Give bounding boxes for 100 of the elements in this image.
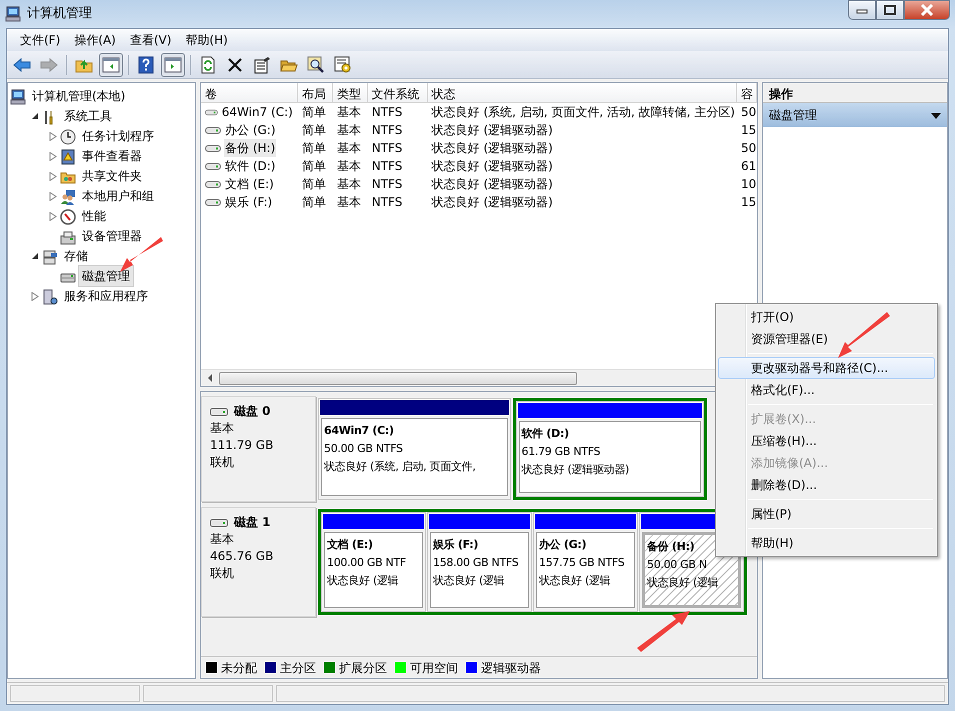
minimize-button[interactable] [848, 0, 876, 20]
action-item[interactable]: 磁盘管理 [763, 103, 947, 127]
column-header[interactable]: 卷 [201, 83, 298, 102]
partition-label: 软件 (D:) [522, 426, 570, 442]
table-cell-text: 基本 [336, 158, 362, 175]
menu-item[interactable]: 更改驱动器号和路径(C)... [718, 357, 935, 379]
table-cell[interactable]: 软件 (D:) [224, 157, 276, 175]
annotation-arrow [838, 312, 890, 358]
tree-item[interactable]: 任务计划程序 [78, 125, 158, 147]
tree-item[interactable]: 磁盘管理 [78, 265, 134, 287]
tree-item[interactable]: 共享文件夹 [78, 165, 146, 187]
gauge-icon [60, 208, 76, 225]
annotation-arrow [637, 611, 690, 652]
table-cell[interactable]: 办公 (G:) [224, 121, 277, 139]
column-header[interactable]: 类型 [332, 83, 368, 102]
partition-size: 50.00 GB N [647, 557, 708, 573]
tree-item[interactable]: 系统工具 [60, 105, 116, 127]
table-cell-text: 简单 [300, 176, 327, 193]
legend-label: 逻辑驱动器 [481, 660, 541, 676]
storage-icon [42, 248, 58, 265]
expand-icon[interactable] [49, 192, 57, 200]
gear-icon [334, 56, 352, 74]
partition-size: 100.00 GB NTF [327, 555, 407, 571]
legend-label: 可用空间 [410, 660, 458, 676]
collapse-icon[interactable] [31, 252, 39, 260]
tree-item[interactable]: 服务和应用程序 [60, 285, 152, 307]
table-cell-text: 状态良好 (逻辑驱动器) [430, 140, 554, 157]
expand-icon[interactable] [49, 152, 57, 160]
menu-item[interactable]: 打开(O) [718, 306, 935, 328]
partition-status: 状态良好 (逻辑驱动器) [522, 462, 630, 478]
table-cell[interactable]: 64Win7 (C:) [220, 103, 294, 121]
expand-icon[interactable] [49, 132, 57, 140]
partition-status: 状态良好 (逻辑 [433, 573, 506, 589]
table-cell-text: NTFS [370, 122, 404, 139]
toolbar-button[interactable] [161, 52, 185, 76]
table-cell-text: 15 [740, 122, 757, 139]
tree-item[interactable]: 存储 [60, 245, 92, 267]
menu-item[interactable]: 删除卷(D)... [718, 474, 935, 496]
disk-status: 联机 [210, 454, 235, 471]
column-header[interactable]: 状态 [428, 83, 738, 102]
computer-icon [10, 88, 26, 105]
maximize-button[interactable] [876, 0, 904, 20]
menu-item[interactable]: 格式化(F)... [718, 379, 935, 401]
column-header[interactable]: 容 [737, 83, 757, 102]
delete-icon [226, 56, 244, 74]
table-cell-text: NTFS [370, 158, 404, 175]
partition-status: 状态良好 (系统, 启动, 页面文件, [324, 459, 477, 475]
expand-icon[interactable] [49, 172, 57, 180]
column-header[interactable]: 文件系统 [368, 83, 428, 102]
partition-label: 64Win7 (C:) [324, 423, 395, 439]
minimize-icon [856, 10, 868, 14]
table-cell-text: NTFS [370, 176, 404, 193]
menu-item[interactable]: 帮助(H) [178, 31, 235, 49]
expand-icon[interactable] [31, 292, 39, 300]
partition-status: 状态良好 (逻辑 [539, 573, 612, 589]
scroll-left-icon[interactable] [208, 374, 212, 382]
partition-size: 158.00 GB NTFS [433, 555, 520, 571]
dropdown-arrow-icon[interactable] [931, 112, 941, 119]
table-cell-text: 状态良好 (逻辑驱动器) [430, 176, 554, 193]
device-manager-icon [60, 228, 76, 245]
table-cell-text: 状态良好 (系统, 启动, 页面文件, 活动, 故障转储, 主分区) [430, 104, 736, 121]
tree-item[interactable]: 事件查看器 [78, 145, 146, 167]
table-cell[interactable]: 文档 (E:) [224, 175, 275, 193]
scrollbar-thumb[interactable] [219, 372, 577, 384]
menu-item[interactable]: 压缩卷(H)... [718, 430, 935, 452]
close-button[interactable] [904, 0, 950, 20]
partition[interactable]: 办公 (G:) 157.75 GB NTFS 状态良好 (逻辑 [533, 512, 638, 612]
tree-item[interactable]: 计算机管理(本地) [28, 85, 130, 107]
table-cell[interactable]: 娱乐 (F:) [224, 193, 274, 211]
table-cell-text: 15 [740, 194, 757, 211]
tree-item[interactable]: 设备管理器 [78, 225, 146, 247]
disk-type: 基本 [210, 531, 235, 548]
table-cell-text: NTFS [370, 104, 404, 121]
table-cell-text: 简单 [300, 158, 327, 175]
partition[interactable]: 软件 (D:) 61.79 GB NTFS 状态良好 (逻辑驱动器) [516, 401, 704, 497]
menu-item[interactable]: 文件(F) [13, 31, 68, 49]
tree-item[interactable]: 本地用户和组 [78, 185, 158, 207]
partition-label: 文档 (E:) [327, 537, 374, 553]
partition-size: 61.79 GB NTFS [522, 444, 602, 460]
expand-icon[interactable] [49, 212, 57, 220]
collapse-icon[interactable] [31, 112, 39, 120]
disk-size: 465.76 GB [210, 548, 274, 565]
menu-item[interactable]: 资源管理器(E) [718, 328, 935, 350]
partition-size: 50.00 GB NTFS [324, 441, 404, 457]
toolbar-button[interactable] [99, 52, 123, 76]
disk-size: 111.79 GB [210, 437, 274, 454]
table-cell-text: 简单 [300, 140, 327, 157]
table-cell-text: 基本 [336, 122, 362, 139]
partition[interactable]: 64Win7 (C:) 50.00 GB NTFS 状态良好 (系统, 启动, 页面文件, [318, 398, 510, 500]
legend-label: 未分配 [221, 660, 257, 676]
partition[interactable]: 娱乐 (F:) 158.00 GB NTFS 状态良好 (逻辑 [427, 512, 532, 612]
table-cell-text: NTFS [370, 140, 404, 157]
table-cell-text: 状态良好 (逻辑驱动器) [430, 194, 554, 211]
partition[interactable]: 文档 (E:) 100.00 GB NTF 状态良好 (逻辑 [321, 512, 426, 612]
tree-item[interactable]: 性能 [78, 205, 110, 227]
table-cell[interactable]: 备份 (H:) [224, 139, 276, 157]
menu-item[interactable]: 查看(V) [122, 31, 178, 49]
column-header[interactable]: 布局 [298, 83, 333, 102]
window-title: 计算机管理 [27, 5, 92, 24]
menu-item[interactable]: 操作(A) [67, 31, 123, 49]
